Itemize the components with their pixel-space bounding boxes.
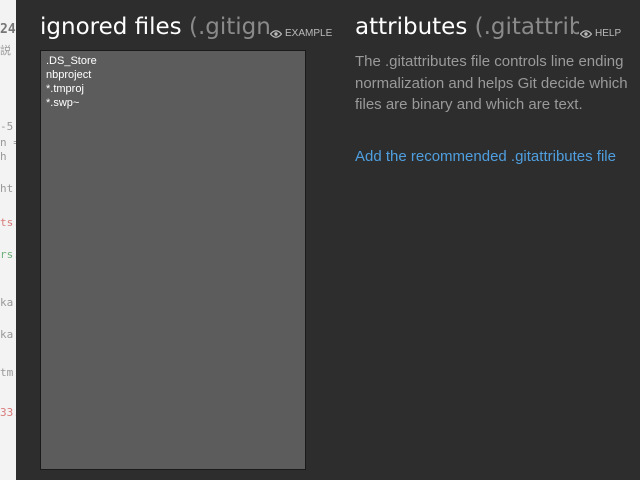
gitignore-entry: *.tmproj: [46, 83, 84, 95]
gitignore-filename: (.gitignore): [188, 14, 270, 40]
background-code-line: tm: [0, 366, 14, 379]
repository-settings-panel: ignored files (.gitignore) EXAMPLES .DS_…: [16, 0, 640, 480]
help-link[interactable]: HELP: [580, 28, 621, 39]
gitignore-entry: .DS_Store: [46, 55, 97, 67]
background-code-line: 説: [0, 44, 11, 57]
background-code-line: ht: [0, 182, 14, 195]
gitignore-editor[interactable]: .DS_Store nbproject *.tmproj *.swp~: [40, 50, 306, 470]
eye-icon: [270, 29, 282, 38]
gitattributes-description: The .gitattributes file controls line en…: [355, 53, 628, 113]
background-code-line: -5: [0, 120, 14, 133]
gitignore-entry: *.swp~: [46, 97, 80, 109]
background-code-line: ka: [0, 296, 14, 309]
examples-link[interactable]: EXAMPLES: [270, 28, 332, 39]
add-recommended-gitattributes-link[interactable]: Add the recommended .gitattributes file: [355, 148, 625, 165]
eye-icon: [580, 29, 592, 38]
help-label: HELP: [595, 28, 622, 39]
examples-label: EXAMPLES: [285, 28, 332, 39]
background-code-line: h: [0, 150, 7, 163]
ignored-files-title: ignored files (.gitignore): [40, 14, 270, 48]
ignored-files-heading: ignored files: [40, 14, 182, 40]
background-code-line: 24: [0, 22, 16, 37]
attributes-heading: attributes: [355, 14, 468, 40]
gitignore-entry: nbproject: [46, 69, 92, 81]
gitattributes-filename: (.gitattributes): [474, 14, 579, 40]
attributes-title: attributes (.gitattributes): [355, 14, 579, 48]
background-code-line: ka: [0, 328, 14, 341]
